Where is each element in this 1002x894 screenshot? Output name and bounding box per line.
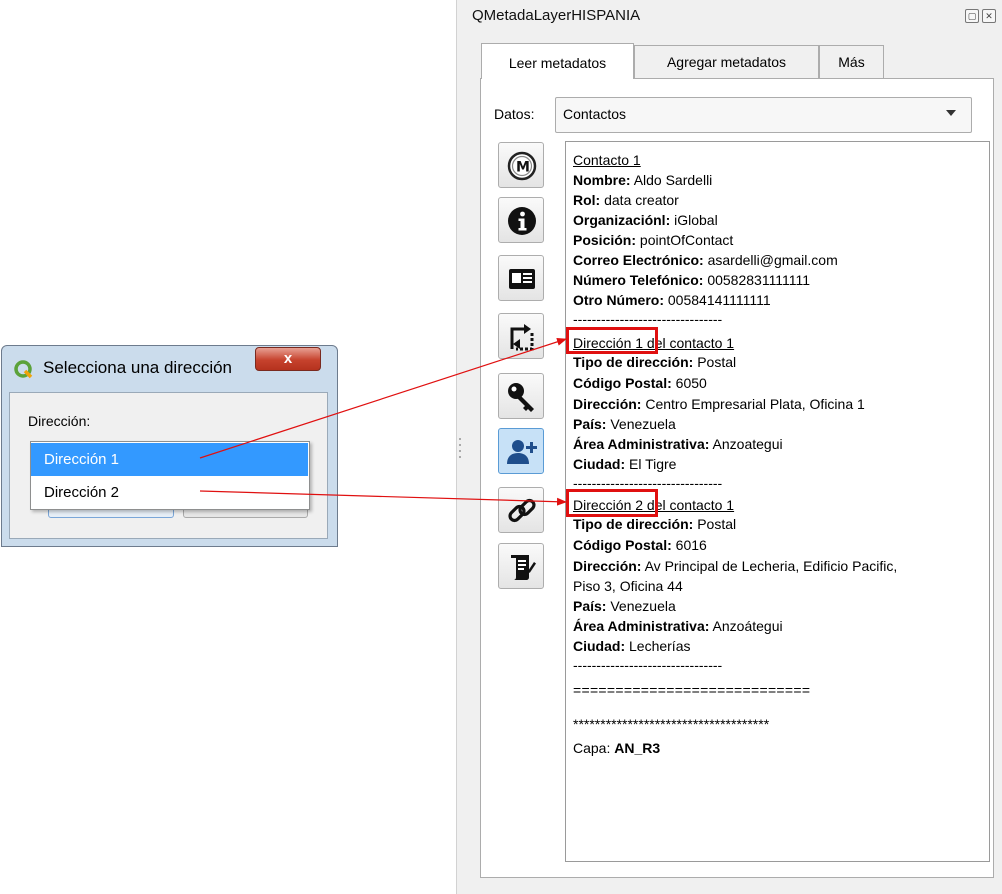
tab-leer-metadatos[interactable]: Leer metadatos: [481, 43, 634, 79]
arrow-option1-to-address1: [199, 337, 567, 459]
annotation-arrows: [199, 337, 567, 506]
arrow-option2-to-address2: [199, 490, 567, 506]
